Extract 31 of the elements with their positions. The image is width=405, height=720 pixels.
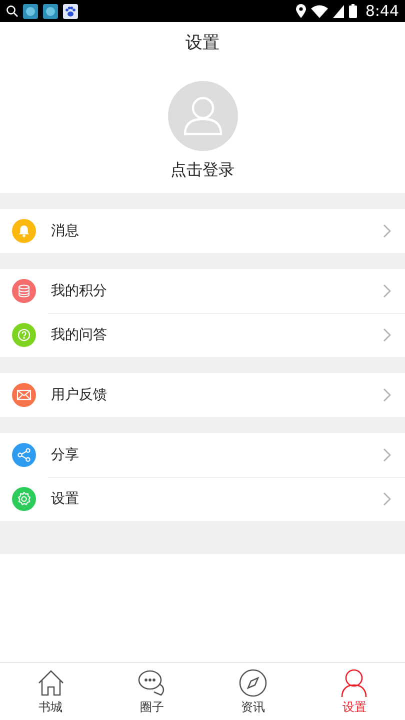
- nav-tab[interactable]: 书城: [0, 663, 102, 720]
- menu-item[interactable]: 消息: [0, 209, 405, 253]
- chevron-icon: [383, 284, 391, 298]
- chevron-icon: [383, 328, 391, 342]
- menu-item[interactable]: 我的问答: [0, 313, 405, 357]
- search-icon: [6, 5, 18, 17]
- location-icon: [296, 4, 306, 18]
- page-title: 设置: [186, 32, 220, 54]
- chevron-icon: [383, 448, 391, 462]
- compass-icon: [238, 668, 268, 698]
- nav-tab[interactable]: 设置: [304, 663, 405, 720]
- signal-icon: [333, 4, 344, 18]
- menu-item[interactable]: 分享: [0, 433, 405, 477]
- chevron-icon: [383, 224, 391, 238]
- app-icon: [43, 4, 58, 18]
- menu-item[interactable]: 我的积分: [0, 269, 405, 313]
- menu-item[interactable]: 设置: [0, 477, 405, 521]
- person-icon: [339, 668, 370, 698]
- wifi-icon: [311, 4, 328, 18]
- nav-tab[interactable]: 圈子: [101, 663, 202, 720]
- chevron-icon: [383, 492, 391, 506]
- menu-item[interactable]: 用户反馈: [0, 373, 405, 417]
- avatar-icon[interactable]: [168, 81, 238, 151]
- chat-icon: [136, 668, 167, 698]
- battery-icon: [349, 4, 358, 18]
- nav-tab[interactable]: 资讯: [202, 663, 304, 720]
- app-icon: [23, 4, 38, 18]
- chevron-icon: [383, 388, 391, 402]
- login-link[interactable]: 点击登录: [170, 160, 234, 181]
- paw-icon: [63, 4, 78, 18]
- clock-time: 8:44: [365, 2, 399, 20]
